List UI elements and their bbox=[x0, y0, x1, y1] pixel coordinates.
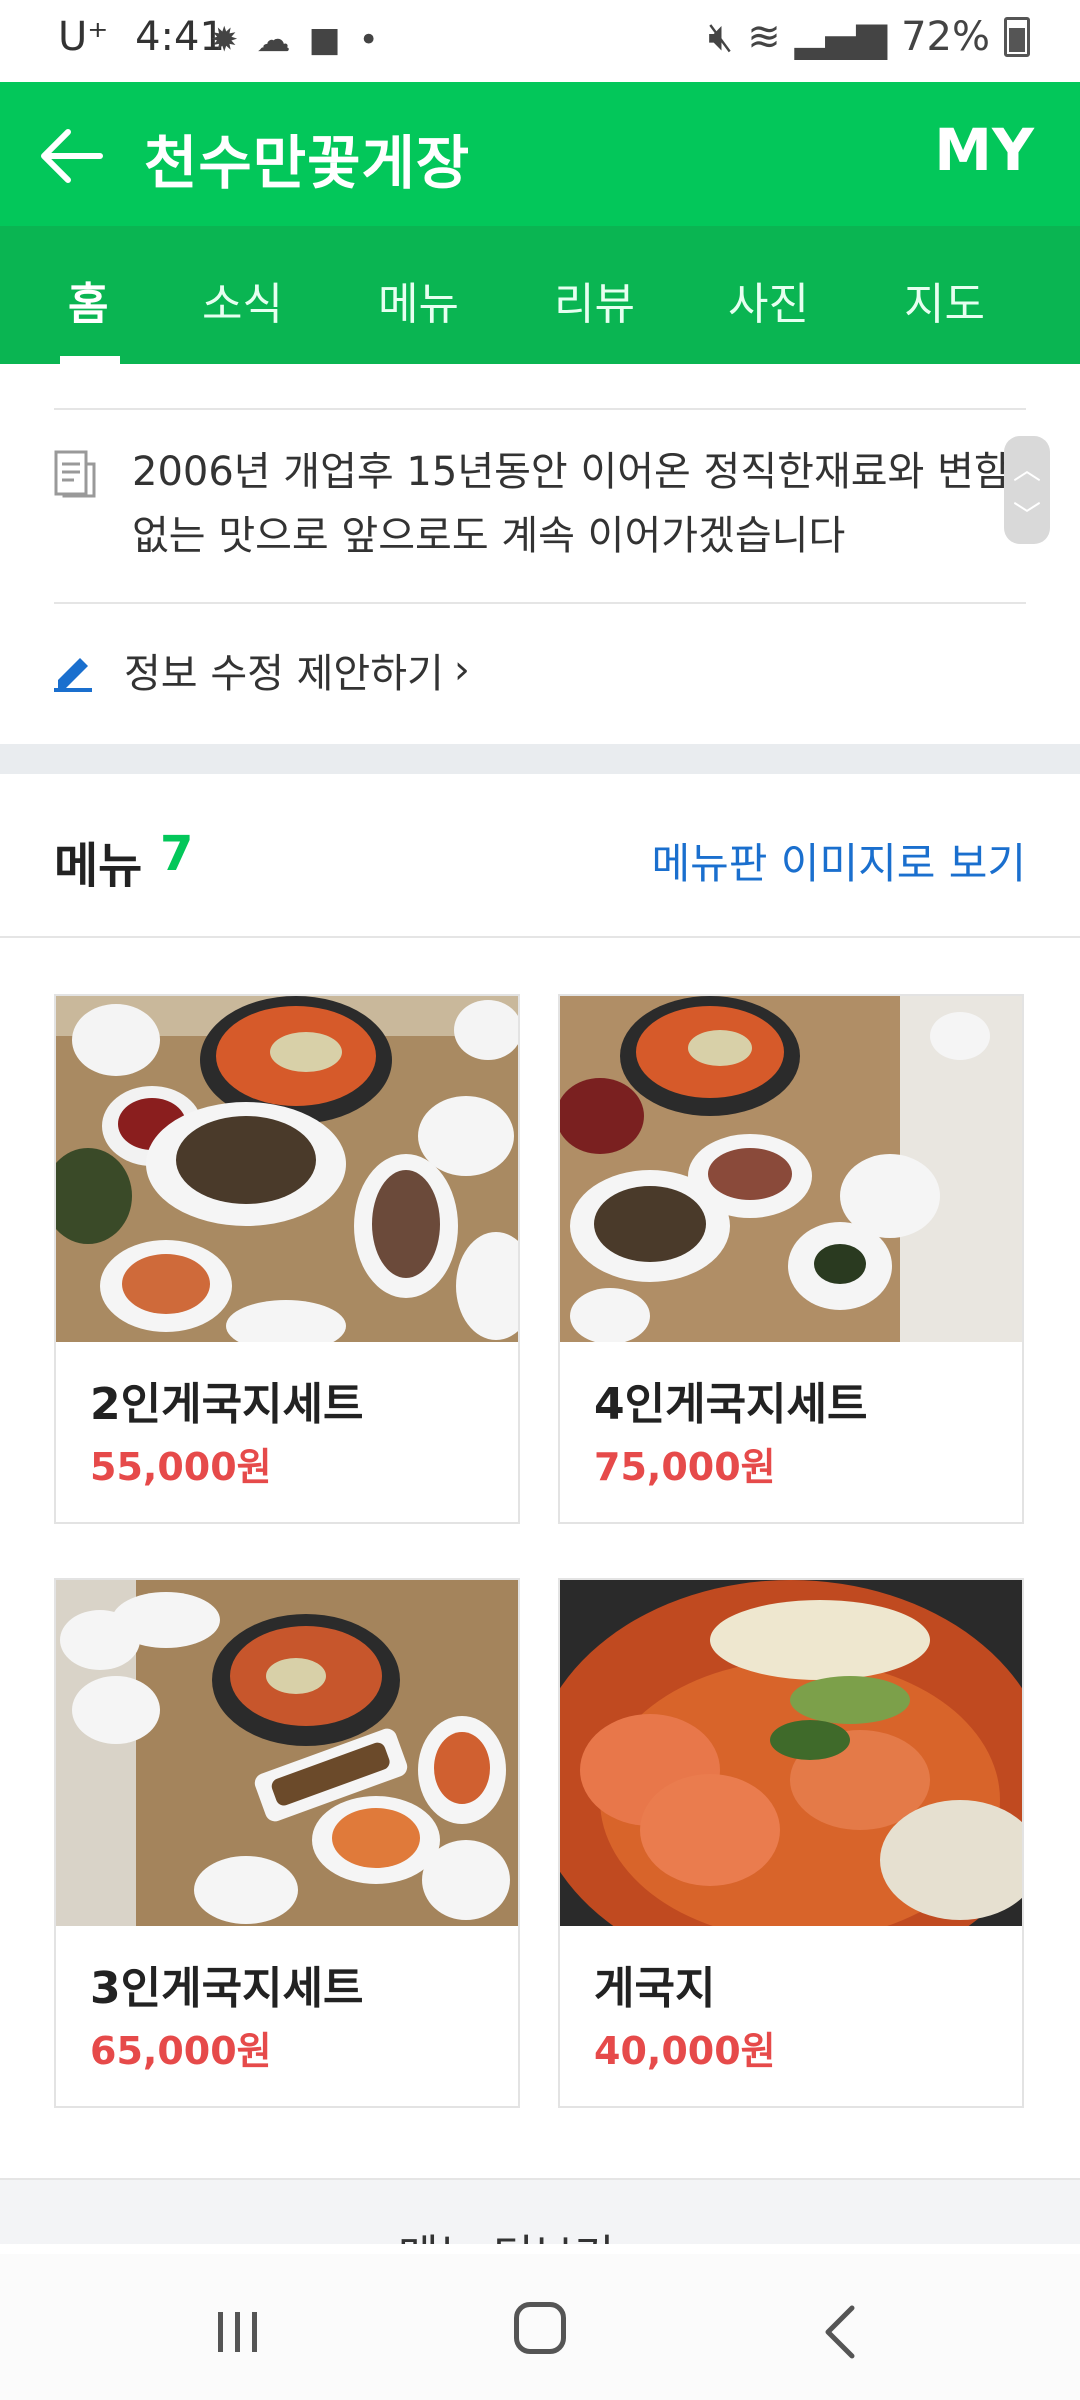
menu-card[interactable]: 3인게국지세트 65,000원 bbox=[54, 1578, 520, 2108]
recent-apps-icon[interactable] bbox=[214, 2308, 262, 2356]
menu-photo bbox=[56, 996, 518, 1342]
pencil-icon bbox=[54, 658, 92, 692]
more-menu-label: 메뉴 더보기 › bbox=[398, 2220, 646, 2244]
menu-item-name: 4인게국지세트 bbox=[594, 1379, 868, 1430]
back-arrow-icon[interactable] bbox=[38, 126, 104, 186]
more-dot-icon: • bbox=[358, 20, 379, 60]
divider bbox=[54, 408, 1026, 410]
app-header: 천수만꽃게장 MY bbox=[0, 82, 1080, 226]
menu-item-name: 3인게국지세트 bbox=[90, 1963, 364, 2014]
menu-item-name: 게국지 bbox=[594, 1963, 716, 2014]
battery-percent: 72% bbox=[901, 14, 990, 60]
section-separator bbox=[0, 744, 1080, 774]
wifi-icon: ≋ bbox=[747, 14, 781, 60]
edit-suggestion-link[interactable]: 정보 수정 제안하기 › bbox=[52, 640, 470, 700]
my-button[interactable]: MY bbox=[934, 116, 1034, 184]
scroll-handle[interactable]: ︿ ﹀ bbox=[1004, 436, 1050, 544]
tab-bar: 홈 소식 메뉴 리뷰 사진 지도 bbox=[0, 226, 1080, 364]
divider bbox=[54, 602, 1026, 604]
menu-item-price: 40,000원 bbox=[594, 2029, 776, 2073]
chevron-right-icon: › bbox=[453, 647, 470, 693]
more-menu-button[interactable]: 메뉴 더보기 › bbox=[0, 2180, 1080, 2244]
chevron-down-icon: ﹀ bbox=[1012, 499, 1041, 532]
menu-card[interactable]: 4인게국지세트 75,000원 bbox=[558, 994, 1024, 1524]
mute-icon: 🔇︎ bbox=[708, 14, 734, 60]
tab-menu[interactable]: 메뉴 bbox=[378, 268, 459, 332]
page-title: 천수만꽃게장 bbox=[144, 129, 471, 197]
edit-suggestion-label: 정보 수정 제안하기 bbox=[124, 651, 444, 697]
settings-gear-icon: ✹ bbox=[210, 20, 239, 60]
menu-photo bbox=[560, 996, 1022, 1342]
notification-icons: ✹ ☁ ■ • bbox=[210, 20, 379, 60]
tab-home[interactable]: 홈 bbox=[68, 268, 108, 332]
tab-photos[interactable]: 사진 bbox=[728, 268, 809, 332]
home-icon[interactable] bbox=[514, 2302, 566, 2354]
active-tab-indicator bbox=[60, 356, 120, 364]
menu-item-price: 75,000원 bbox=[594, 1445, 776, 1489]
menu-photo bbox=[560, 1580, 1022, 1926]
menu-photo bbox=[56, 1580, 518, 1926]
divider bbox=[0, 936, 1080, 938]
menu-image-link[interactable]: 메뉴판 이미지로 보기 bbox=[652, 830, 1026, 891]
menu-section-title: 메뉴 bbox=[54, 838, 143, 894]
gallery-icon: ■ bbox=[308, 20, 341, 60]
menu-card[interactable]: 게국지 40,000원 bbox=[558, 1578, 1024, 2108]
system-nav-bar bbox=[0, 2254, 1080, 2400]
tab-map[interactable]: 지도 bbox=[904, 268, 985, 332]
status-bar: U⁺ 4:41 ✹ ☁ ■ • 🔇︎ ≋ ▂▄▆ 72% bbox=[0, 0, 1080, 82]
tab-news[interactable]: 소식 bbox=[202, 268, 283, 332]
signal-icon: ▂▄▆ bbox=[794, 14, 888, 60]
chevron-up-icon: ︿ bbox=[1012, 453, 1041, 486]
battery-icon bbox=[1004, 17, 1030, 57]
menu-item-price: 65,000원 bbox=[90, 2029, 272, 2073]
menu-item-price: 55,000원 bbox=[90, 1445, 272, 1489]
chevron-right-icon: › bbox=[628, 2231, 646, 2244]
document-icon bbox=[54, 450, 96, 498]
store-description: 2006년 개업후 15년동안 이어온 정직한재료와 변함없는 맛으로 앞으로도… bbox=[132, 449, 1011, 559]
tab-reviews[interactable]: 리뷰 bbox=[554, 268, 635, 332]
back-icon[interactable] bbox=[820, 2304, 860, 2360]
menu-item-name: 2인게국지세트 bbox=[90, 1379, 364, 1430]
carrier-label: U⁺ 4:41 bbox=[58, 14, 225, 60]
menu-count: 7 bbox=[160, 826, 194, 882]
notification-icon: ☁ bbox=[256, 20, 291, 60]
menu-card[interactable]: 2인게국지세트 55,000원 bbox=[54, 994, 520, 1524]
